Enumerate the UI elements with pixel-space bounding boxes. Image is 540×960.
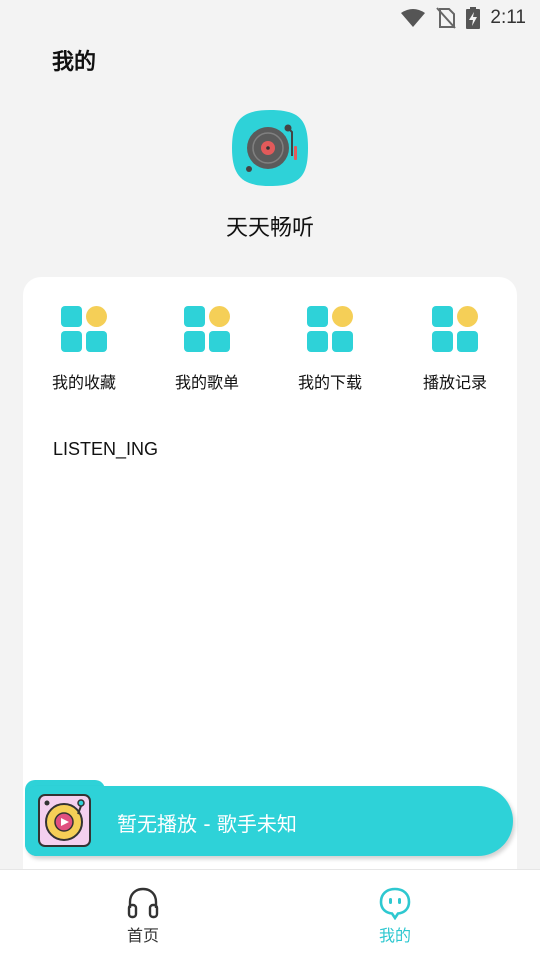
nav-label-mine: 我的 [378,926,411,945]
page-title: 我的 [52,50,97,75]
section-label: LISTEN_ING [53,439,159,459]
quick-item-label: 我的歌单 [174,373,239,392]
battery-charging-icon [466,7,481,29]
status-bar: 2:11 [0,0,540,36]
player-track-text: 暂无播放 - 歌手未知 [117,812,297,836]
quick-item-favorites[interactable]: 我的收藏 [29,305,139,393]
no-sim-icon [436,7,457,29]
mini-player[interactable]: 暂无播放 - 歌手未知 [25,786,513,856]
wifi-icon [401,9,426,27]
headphones-icon [127,887,159,919]
grid-apps-icon [184,306,230,352]
nav-item-mine[interactable]: 我的 [335,886,455,946]
quick-item-label: 播放记录 [422,373,487,392]
quick-item-downloads[interactable]: 我的下载 [275,305,385,393]
quick-actions: 我的收藏 我的歌单 我的下载 播放记录 [23,305,517,395]
quick-item-history[interactable]: 播放记录 [400,305,510,393]
app-name: 天天畅听 [225,216,314,241]
record-player-icon [38,794,91,847]
nav-item-home[interactable]: 首页 [83,886,203,946]
grid-apps-icon [61,306,107,352]
status-icons: 2:11 [400,6,526,30]
grid-apps-icon [307,306,353,352]
smiley-face-icon [379,887,411,920]
quick-item-playlists[interactable]: 我的歌单 [152,305,262,393]
quick-item-label: 我的下载 [297,373,362,392]
grid-apps-icon [432,306,478,352]
bottom-nav: 首页 我的 [0,869,540,960]
screen: 2:11 我的 天天畅听 我的收藏 我的歌单 我的下载 播放记录 LISTEN_… [0,0,540,960]
nav-label-home: 首页 [126,926,159,945]
turntable-icon [232,110,308,186]
status-time: 2:11 [490,7,526,28]
quick-item-label: 我的收藏 [51,373,116,392]
